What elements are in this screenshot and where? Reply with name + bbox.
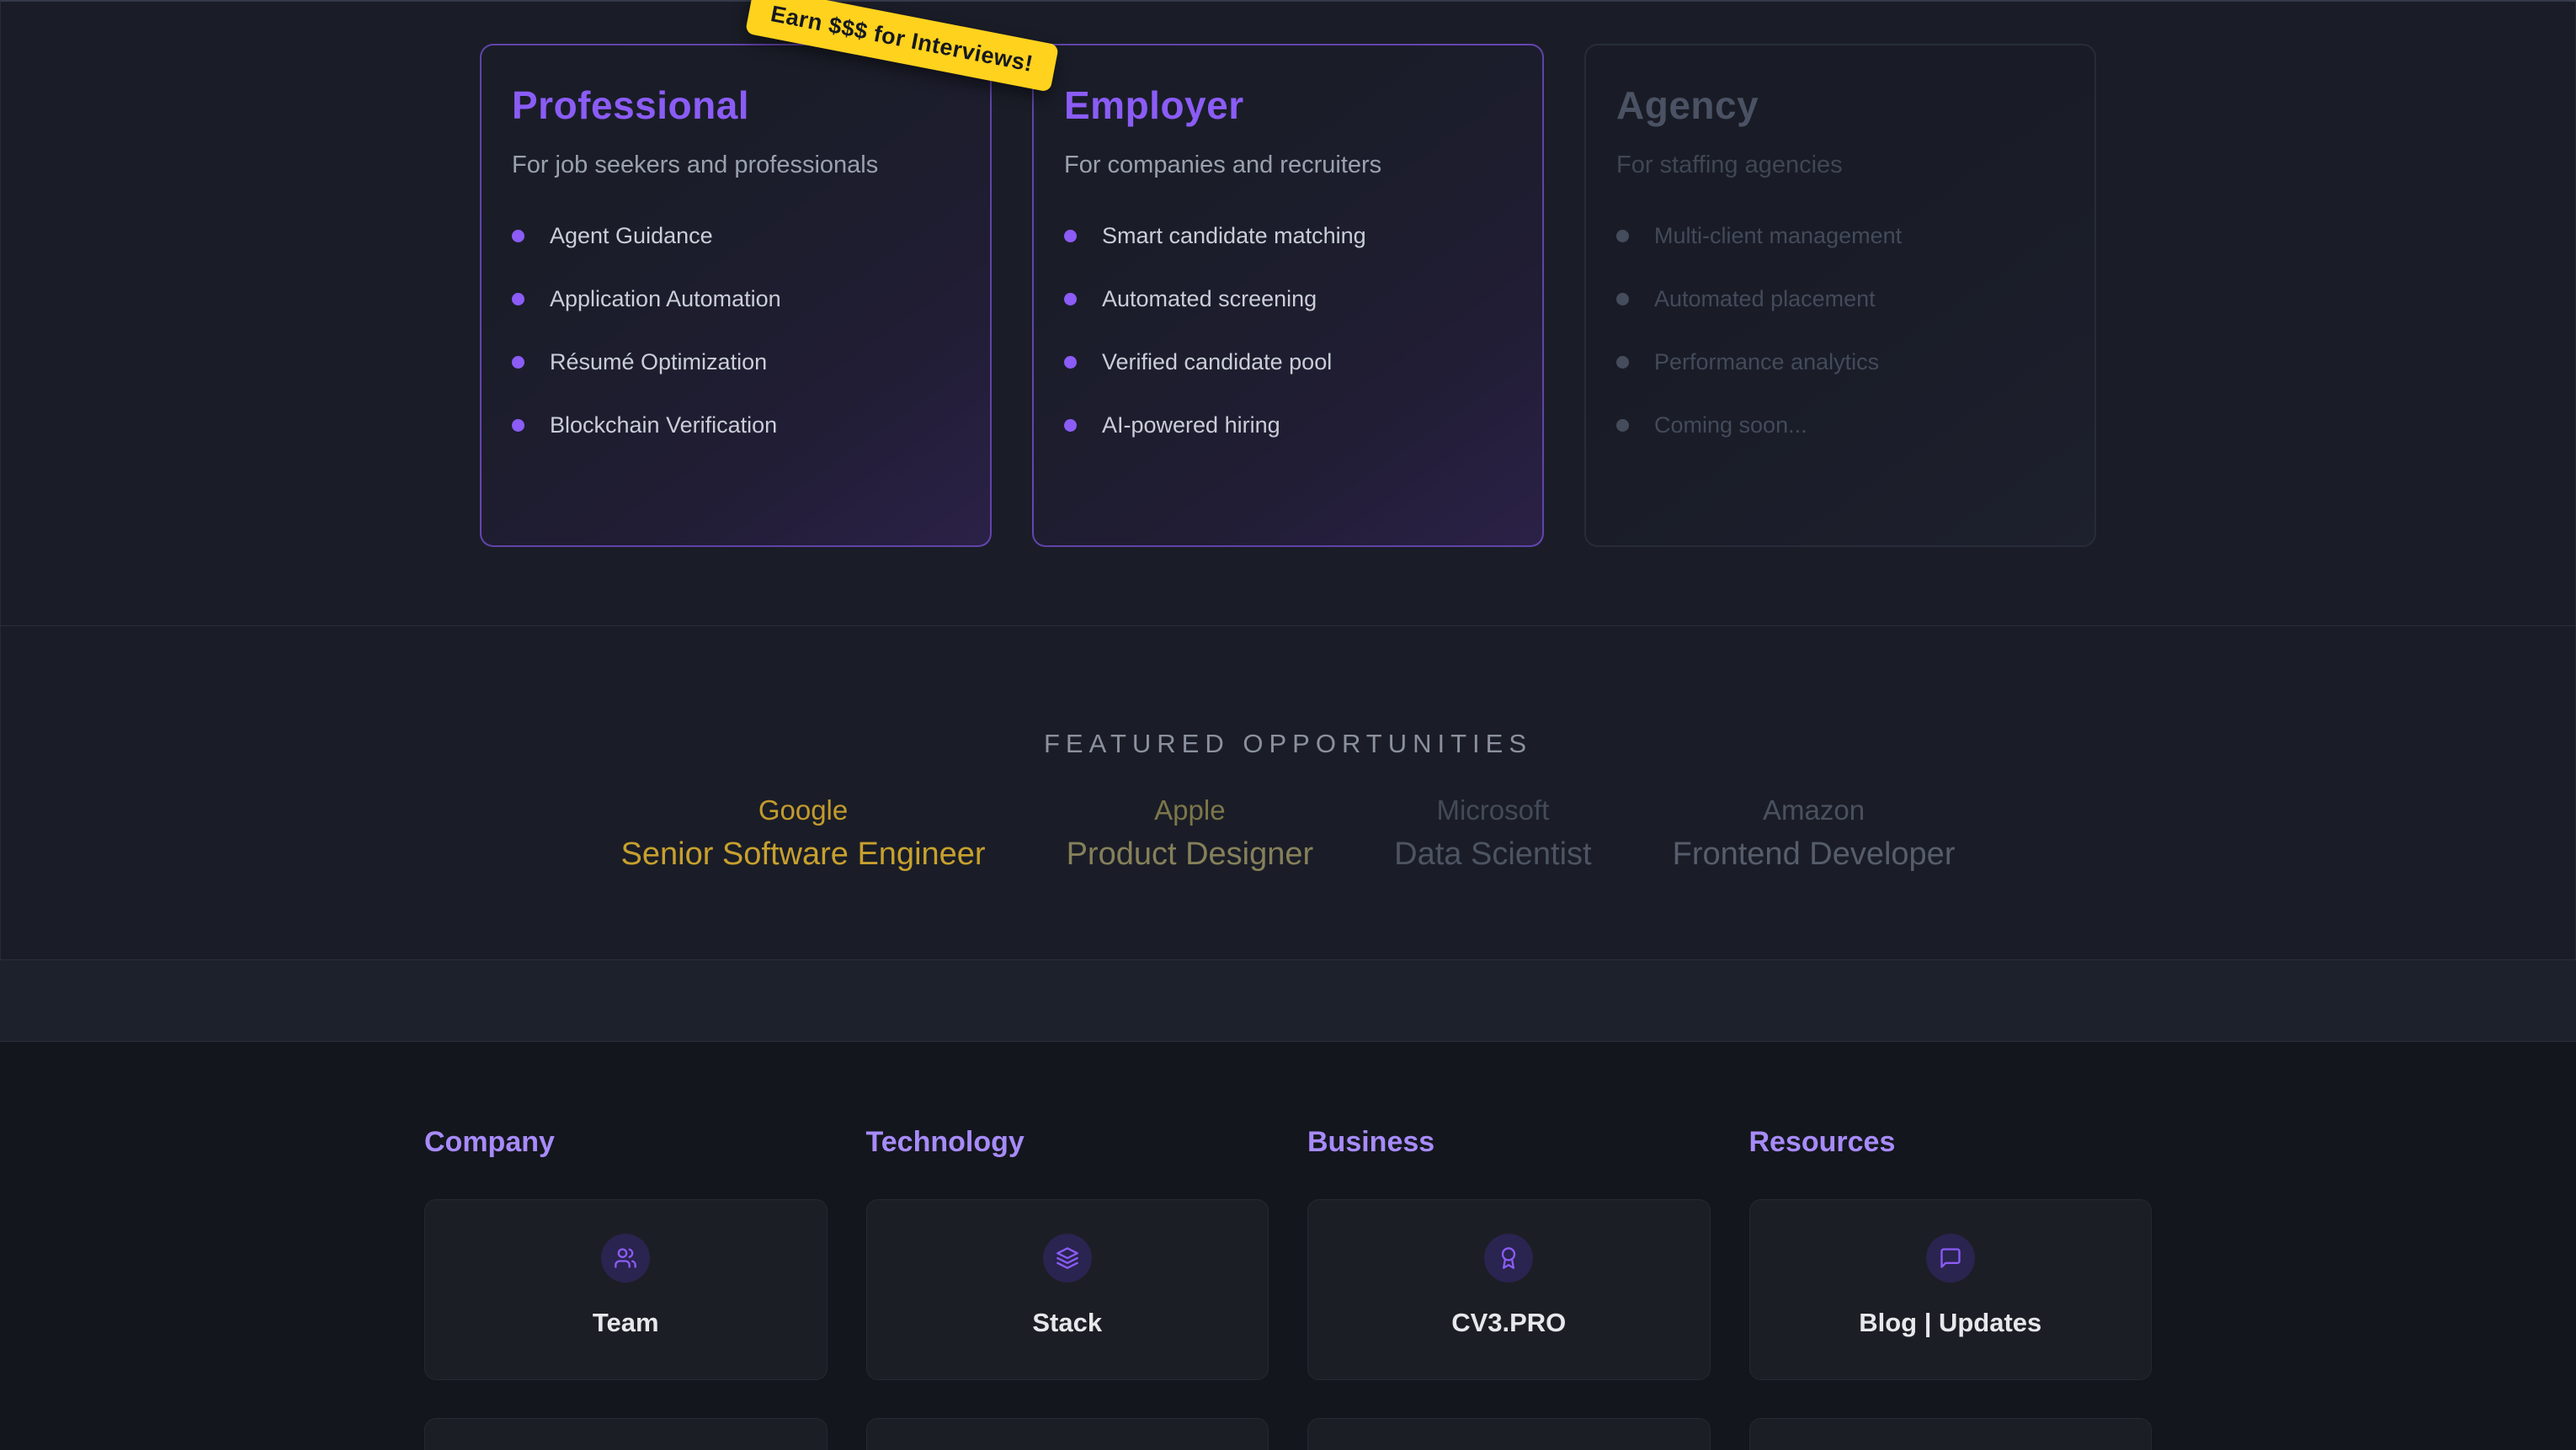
plan-title: Professional bbox=[512, 82, 960, 128]
bullet-dot-icon bbox=[1616, 293, 1629, 305]
plan-feature-label: Multi-client management bbox=[1654, 223, 1902, 249]
plan-feature-label: Résumé Optimization bbox=[550, 349, 767, 375]
footer-card-label: Stack bbox=[867, 1308, 1269, 1338]
bullet-dot-icon bbox=[512, 230, 524, 242]
plan-feature: Automated placement bbox=[1616, 286, 2064, 312]
users-icon bbox=[601, 1234, 650, 1283]
featured-company: Microsoft bbox=[1394, 794, 1591, 826]
footer: Company Team Technology Stack bbox=[0, 1042, 2576, 1449]
plan-feature-list: Agent Guidance Application Automation Ré… bbox=[512, 223, 960, 438]
plan-feature-label: Verified candidate pool bbox=[1102, 349, 1332, 375]
plan-feature-list: Smart candidate matching Automated scree… bbox=[1064, 223, 1512, 438]
bullet-dot-icon bbox=[1616, 419, 1629, 432]
plan-feature: Résumé Optimization bbox=[512, 349, 960, 375]
featured-company: Amazon bbox=[1673, 794, 1956, 826]
footer-column-heading: Technology bbox=[866, 1126, 1269, 1159]
plan-card-agency: Agency For staffing agencies Multi-clien… bbox=[1584, 44, 2096, 547]
plan-title: Agency bbox=[1616, 82, 2064, 128]
footer-card-cv3pro[interactable]: CV3.PRO bbox=[1307, 1199, 1711, 1380]
bullet-dot-icon bbox=[512, 356, 524, 369]
featured-item-apple[interactable]: Apple Product Designer bbox=[1067, 794, 1314, 873]
footer-card-label: Team bbox=[425, 1308, 827, 1338]
featured-role: Frontend Developer bbox=[1673, 837, 1956, 873]
plan-feature: Coming soon... bbox=[1616, 412, 2064, 438]
plan-feature: Verified candidate pool bbox=[1064, 349, 1512, 375]
footer-column-company: Company Team bbox=[424, 1126, 828, 1450]
featured-role: Data Scientist bbox=[1394, 837, 1591, 873]
plan-subtitle: For companies and recruiters bbox=[1064, 151, 1512, 179]
featured-carousel: Google Senior Software Engineer Apple Pr… bbox=[1, 794, 2575, 873]
plan-subtitle: For job seekers and professionals bbox=[512, 151, 960, 179]
bullet-dot-icon bbox=[1616, 230, 1629, 242]
section-divider-band bbox=[0, 960, 2576, 1042]
footer-card-partial[interactable] bbox=[1307, 1418, 1711, 1450]
footer-column-resources: Resources Blog | Updates bbox=[1749, 1126, 2153, 1450]
bullet-dot-icon bbox=[1064, 293, 1077, 305]
plans-section: Earn $$$ for Interviews! Professional Fo… bbox=[0, 0, 2576, 626]
footer-column-technology: Technology Stack bbox=[866, 1126, 1269, 1450]
footer-column-business: Business CV3.PRO bbox=[1307, 1126, 1711, 1450]
footer-card-partial[interactable] bbox=[1749, 1418, 2153, 1450]
bullet-dot-icon bbox=[1616, 356, 1629, 369]
message-square-icon bbox=[1926, 1234, 1975, 1283]
footer-grid: Company Team Technology Stack bbox=[424, 1126, 2152, 1450]
featured-company: Apple bbox=[1067, 794, 1314, 826]
footer-card-partial[interactable] bbox=[424, 1418, 828, 1450]
plan-feature-label: Coming soon... bbox=[1654, 412, 1807, 438]
bullet-dot-icon bbox=[1064, 419, 1077, 432]
footer-card-partial[interactable] bbox=[866, 1418, 1269, 1450]
footer-column-heading: Company bbox=[424, 1126, 828, 1159]
plan-title: Employer bbox=[1064, 82, 1512, 128]
layers-icon bbox=[1043, 1234, 1092, 1283]
featured-opportunities-section: FEATURED OPPORTUNITIES Google Senior Sof… bbox=[0, 626, 2576, 960]
bullet-dot-icon bbox=[512, 419, 524, 432]
footer-card-label: Blog | Updates bbox=[1750, 1308, 2152, 1338]
bullet-dot-icon bbox=[512, 293, 524, 305]
featured-item-google[interactable]: Google Senior Software Engineer bbox=[621, 794, 986, 873]
plan-feature-label: Application Automation bbox=[550, 286, 781, 312]
footer-card-label: CV3.PRO bbox=[1308, 1308, 1710, 1338]
plan-feature: Automated screening bbox=[1064, 286, 1512, 312]
bullet-dot-icon bbox=[1064, 230, 1077, 242]
footer-card-stack[interactable]: Stack bbox=[866, 1199, 1269, 1380]
award-icon bbox=[1484, 1234, 1533, 1283]
plan-feature-list: Multi-client management Automated placem… bbox=[1616, 223, 2064, 438]
footer-card-blog-updates[interactable]: Blog | Updates bbox=[1749, 1199, 2153, 1380]
featured-item-microsoft[interactable]: Microsoft Data Scientist bbox=[1394, 794, 1591, 873]
plan-feature: Smart candidate matching bbox=[1064, 223, 1512, 249]
plan-feature-label: Automated screening bbox=[1102, 286, 1317, 312]
plan-subtitle: For staffing agencies bbox=[1616, 151, 2064, 179]
plan-feature: Agent Guidance bbox=[512, 223, 960, 249]
featured-role: Senior Software Engineer bbox=[621, 837, 986, 873]
plan-feature: Multi-client management bbox=[1616, 223, 2064, 249]
featured-role: Product Designer bbox=[1067, 837, 1314, 873]
plan-card-employer[interactable]: Employer For companies and recruiters Sm… bbox=[1032, 44, 1544, 547]
plan-feature-label: Performance analytics bbox=[1654, 349, 1879, 375]
plan-feature: Application Automation bbox=[512, 286, 960, 312]
featured-heading: FEATURED OPPORTUNITIES bbox=[1, 626, 2575, 759]
plans-row: Professional For job seekers and profess… bbox=[1, 2, 2575, 547]
plan-feature-label: Automated placement bbox=[1654, 286, 1876, 312]
footer-column-heading: Resources bbox=[1749, 1126, 2153, 1159]
featured-company: Google bbox=[621, 794, 986, 826]
plan-feature-label: Blockchain Verification bbox=[550, 412, 777, 438]
plan-feature: Blockchain Verification bbox=[512, 412, 960, 438]
plan-feature: AI-powered hiring bbox=[1064, 412, 1512, 438]
featured-item-amazon[interactable]: Amazon Frontend Developer bbox=[1673, 794, 1956, 873]
plan-card-professional[interactable]: Professional For job seekers and profess… bbox=[480, 44, 992, 547]
plan-feature: Performance analytics bbox=[1616, 349, 2064, 375]
footer-card-team[interactable]: Team bbox=[424, 1199, 828, 1380]
plan-feature-label: Agent Guidance bbox=[550, 223, 713, 249]
bullet-dot-icon bbox=[1064, 356, 1077, 369]
footer-column-heading: Business bbox=[1307, 1126, 1711, 1159]
plan-feature-label: Smart candidate matching bbox=[1102, 223, 1366, 249]
plan-feature-label: AI-powered hiring bbox=[1102, 412, 1280, 438]
